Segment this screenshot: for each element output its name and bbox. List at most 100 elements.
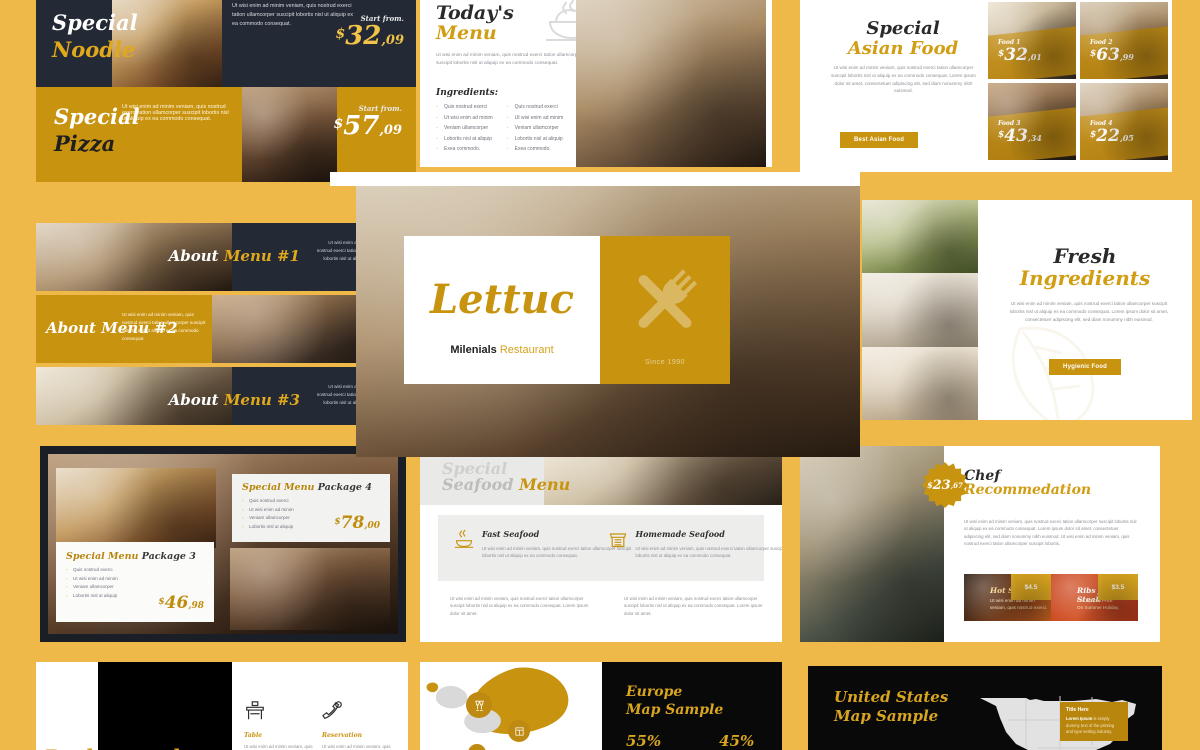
package4-card[interactable]: Special Menu Package 4 Quis nostrud exer…	[232, 474, 390, 542]
food-price-value: 22	[1096, 126, 1120, 147]
food-card[interactable]: Food 1 $32,01	[988, 2, 1076, 79]
slide-todays-menu[interactable]: Today's Menu Ut wisi enim ad minim venia…	[420, 0, 790, 167]
slide-fresh-ingredients[interactable]: Fresh Ingredients Ut wisi enim ad minim …	[862, 200, 1192, 420]
ribs-subtitle: Get Special Price On Summer Holiday.	[1077, 598, 1119, 612]
list-item: Exea commodo.	[507, 146, 564, 152]
slide-special-noodle-pizza[interactable]: Special Noodle Ut wisi enim ad minim ven…	[36, 0, 416, 182]
booking-dark-panel	[98, 662, 232, 750]
best-asian-food-button[interactable]: Best Asian Food	[840, 132, 919, 148]
list-item: Quis nostrud exerci	[66, 567, 204, 572]
ingredients-column-1: Quis nostrud exerci Ut wisi enim ad mini…	[436, 104, 493, 157]
package3-title-suffix: Package 3	[141, 551, 196, 562]
homemade-seafood-title: Homemade Seafood	[635, 529, 725, 539]
steaming-bowl-icon	[454, 529, 474, 549]
food-price-decimal: ,01	[1027, 52, 1042, 63]
slide-edge-accent	[772, 0, 790, 167]
food-name: Food 3	[998, 120, 1021, 128]
food-currency: $	[998, 49, 1005, 60]
brand-name: Lettuc	[430, 276, 574, 323]
food-price-value: 32	[1004, 45, 1028, 66]
packages-frame: Special Menu Package 4 Quis nostrud exer…	[48, 454, 398, 634]
us-map-title-line1: United States	[834, 688, 949, 706]
spices-photo	[862, 273, 978, 347]
fresh-ingredients-title: Fresh Ingredients	[978, 244, 1192, 290]
brand-logo-block: Since 1990	[600, 236, 730, 384]
seafood-title-line2: Seafood Menu	[442, 475, 570, 494]
package3-title-prefix: Special Menu	[66, 551, 142, 562]
homemade-seafood-body: Ut wisi enim ad minim veniam, quis nostr…	[635, 546, 782, 559]
slide-edge-accent	[1172, 0, 1192, 172]
fresh-ingredients-body: Ut wisi enim ad minim veniam, quis nostr…	[1009, 301, 1169, 322]
slide-special-seafood-menu[interactable]: Special Seafood Menu Fast Seafood Ut wis…	[420, 447, 782, 642]
price-badge: $23,67	[922, 462, 968, 508]
slide-edge-accent	[1170, 662, 1192, 750]
fast-seafood-title: Fast Seafood	[482, 529, 540, 539]
booking-heading-word-1: Book	[44, 746, 99, 750]
hot-steak-price-tag: $4.5	[1011, 574, 1051, 600]
chef-promo-banner: Hot Steak Ut wisi enim ad minim veniam, …	[964, 574, 1138, 621]
since-label: Since 1990	[644, 359, 686, 366]
hot-steak-promo[interactable]: Hot Steak Ut wisi enim ad minim veniam, …	[964, 574, 1051, 621]
slide-europe-map[interactable]: Europe Map Sample 55% 45%	[420, 662, 782, 750]
map-tooltip[interactable]: Title Here Lorem Ipsum is simply dummy t…	[1060, 702, 1128, 742]
chef-badge-value: 23	[932, 477, 951, 493]
hero-title-slide[interactable]: Lettuc Milenials Restaurant Since 1990	[330, 172, 860, 457]
feature-reservation[interactable]: Reservation Ut wisi enim ad minim veniam…	[322, 700, 406, 750]
noodle-price-value: 32	[345, 21, 382, 51]
food-price-tag: Food 2 $63,99	[1080, 26, 1168, 79]
about-menu-title-1: About Menu #1	[169, 247, 300, 265]
pizza-price-decimal: ,09	[379, 123, 402, 138]
list-item: Lobortis nisl at aliquip	[507, 136, 564, 142]
slide-united-states-map[interactable]: United States Map Sample Title Here Lore…	[800, 662, 1192, 750]
brand-subtitle: Milenials Restaurant	[404, 344, 600, 356]
europe-map-title-line2: Map Sample	[626, 701, 724, 718]
package3-card[interactable]: Special Menu Package 3 Quis nostrud exer…	[56, 542, 214, 622]
slide-special-asian-food[interactable]: Special Asian Food Ut wisi enim ad minim…	[800, 0, 1192, 172]
noodle-price: $32,09	[335, 23, 404, 49]
map-pin-restaurant[interactable]	[508, 720, 530, 742]
noodle-title: Special Noodle	[52, 10, 138, 62]
food-price: $63,99	[1090, 45, 1162, 65]
feature-reservation-title: Reservation	[322, 732, 362, 739]
asian-food-title: Special Asian Food	[828, 18, 978, 59]
noodle-price-decimal: ,09	[381, 33, 404, 48]
hot-steak-subtitle: Ut wisi enim ad minim veniam, quis nostr…	[990, 598, 1048, 610]
hygienic-food-button[interactable]: Hygienic Food	[1049, 359, 1121, 375]
feature-table[interactable]: Table Ut wisi enim ad minim veniam, quis…	[244, 700, 328, 750]
slide-booking-features[interactable]: Book and Table Ut wisi enim ad minim ven…	[36, 662, 408, 750]
slide-chef-recommendation[interactable]: $23,67 Chef Recommedation Ut wisi enim a…	[800, 446, 1160, 642]
noodle-currency: $	[335, 26, 346, 42]
list-item: Ut wisi enim ad minim	[507, 115, 564, 121]
package3-price: $46,98	[158, 595, 204, 612]
brand-subtitle-bold: Milenials	[450, 344, 497, 356]
pizza-title-line2: Pizza	[54, 131, 116, 156]
food-name: Food 2	[1090, 39, 1113, 47]
storefront-icon	[608, 529, 628, 549]
us-map-title-line2: Map Sample	[834, 706, 939, 725]
list-item: Ut wisi enim ad minim	[242, 507, 380, 512]
about-menu-body-2: Ut wisi enim ad minim veniam, quis nostr…	[122, 312, 206, 342]
food-name: Food 4	[1090, 120, 1113, 128]
seafood-title-line2-b: Menu	[519, 475, 571, 494]
europe-map-stats: 55% 45%	[626, 732, 754, 750]
crossed-knife-fork-icon	[623, 260, 707, 349]
list-item: Exea commodo.	[436, 146, 493, 152]
ribs-subtitle-line1: Get Special Price	[1077, 598, 1113, 603]
food-price: $22,05	[1090, 126, 1162, 147]
todays-menu-title: Today's Menu	[436, 2, 514, 44]
package4-title-suffix: Package 4	[317, 482, 372, 493]
asian-food-title-line2: Asian Food	[847, 38, 959, 59]
fresh-ingredients-panel: Fresh Ingredients Ut wisi enim ad minim …	[978, 200, 1192, 420]
map-pin-drinks[interactable]	[466, 692, 492, 718]
ribs-price-tag: $3.5	[1098, 574, 1138, 600]
food-card[interactable]: Food 4 $22,05	[1080, 83, 1168, 160]
ribs-jumbo-steak-promo[interactable]: Ribs Jumbo Steak Get Special Price On Su…	[1051, 574, 1138, 621]
slide-special-menu-packages[interactable]: Special Menu Package 4 Quis nostrud exer…	[40, 446, 406, 642]
list-item: Ut wisi enim ad minim	[66, 576, 204, 581]
food-price: $32,01	[998, 45, 1070, 66]
europe-stat-2: 45%	[719, 732, 755, 750]
asian-food-button-wrap: Best Asian Food	[840, 128, 919, 148]
ingredients-photo-strip	[862, 200, 978, 420]
food-card[interactable]: Food 3 $43,34	[988, 83, 1076, 160]
food-card[interactable]: Food 2 $63,99	[1080, 2, 1168, 79]
